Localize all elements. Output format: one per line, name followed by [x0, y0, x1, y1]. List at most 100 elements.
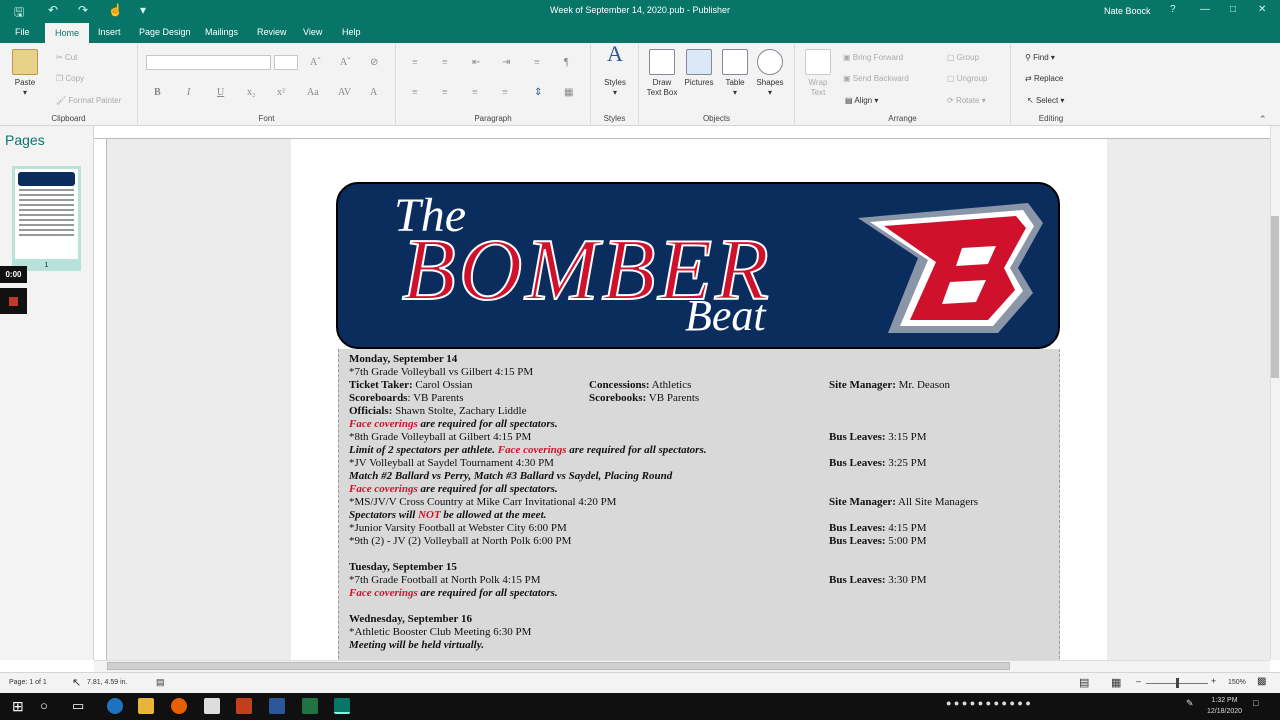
tab-home[interactable]: Home: [45, 23, 90, 43]
two-page-view-icon[interactable]: ▦: [1111, 676, 1121, 689]
firefox-icon[interactable]: [171, 698, 187, 714]
shapes-button[interactable]: Shapes ▾: [755, 49, 785, 98]
maximize-icon[interactable]: □: [1230, 4, 1236, 15]
styles-button[interactable]: A Styles ▾: [597, 43, 633, 98]
tab-mailings[interactable]: Mailings: [205, 27, 238, 37]
bring-forward-button[interactable]: ▣ Bring Forward: [843, 53, 903, 62]
notifications-icon[interactable]: □: [1253, 698, 1258, 708]
grow-font-icon[interactable]: Aˆ: [310, 57, 321, 68]
powerpoint-icon[interactable]: [236, 698, 252, 714]
copy-button[interactable]: ❐ Copy: [56, 74, 84, 83]
minimize-icon[interactable]: —: [1200, 4, 1210, 15]
collapse-ribbon-icon[interactable]: ⌃: [1259, 114, 1267, 125]
task-view-icon[interactable]: ▭: [72, 698, 88, 714]
publisher-icon[interactable]: [334, 698, 350, 714]
font-color-icon[interactable]: A: [370, 87, 377, 98]
tab-help[interactable]: Help: [342, 27, 361, 37]
draw-text-box-button[interactable]: Draw Text Box: [645, 49, 679, 98]
scorebooks: Scorebooks: VB Parents: [589, 392, 699, 404]
newsletter-banner[interactable]: The BOMBER Beat: [336, 182, 1060, 349]
group-button[interactable]: ▢ Group: [947, 53, 979, 62]
horizontal-scroll-thumb[interactable]: [107, 662, 1010, 670]
numbering-icon[interactable]: ≡: [442, 57, 448, 68]
page-indicator[interactable]: Page: 1 of 1: [9, 679, 47, 686]
line-spacing-icon[interactable]: ≡: [534, 57, 540, 68]
page-thumbnail[interactable]: [12, 166, 81, 262]
excel-icon[interactable]: [302, 698, 318, 714]
italic-icon[interactable]: I: [187, 87, 190, 98]
zoom-out-icon[interactable]: –: [1136, 676, 1141, 686]
zoom-level[interactable]: 150%: [1228, 679, 1246, 686]
close-icon[interactable]: ✕: [1258, 4, 1266, 15]
decrease-indent-icon[interactable]: ⇤: [472, 57, 480, 68]
paste-button[interactable]: Paste ▾: [8, 49, 42, 98]
change-case-icon[interactable]: Aa: [307, 87, 319, 98]
increase-indent-icon[interactable]: ⇥: [502, 57, 510, 68]
format-painter-button[interactable]: 🖌 Format Painter: [56, 96, 121, 105]
store-icon[interactable]: [204, 698, 220, 714]
pen-icon[interactable]: ✎: [1186, 698, 1194, 709]
tab-view[interactable]: View: [303, 27, 322, 37]
paragraph-mark-icon[interactable]: ¶: [564, 57, 569, 68]
schedule-textbox[interactable]: Monday, September 14 *7th Grade Volleyba…: [338, 349, 1060, 660]
tab-file[interactable]: File: [15, 27, 30, 37]
table-button[interactable]: Table ▾: [720, 49, 750, 98]
window-title: Week of September 14, 2020.pub - Publish…: [550, 5, 730, 15]
vertical-ruler[interactable]: [94, 139, 107, 660]
shrink-font-icon[interactable]: Aˇ: [340, 57, 351, 68]
tab-review[interactable]: Review: [257, 27, 287, 37]
stop-recording-button[interactable]: [0, 288, 27, 314]
cut-label: Cut: [64, 53, 78, 62]
font-size-combo[interactable]: [274, 55, 298, 70]
cut-button[interactable]: ✂ Cut: [56, 53, 77, 62]
align-button[interactable]: ▤ Align ▾: [845, 96, 878, 105]
help-icon[interactable]: ?: [1170, 4, 1176, 15]
search-icon[interactable]: ○: [40, 698, 56, 714]
tab-page-design[interactable]: Page Design: [139, 27, 191, 37]
superscript-icon[interactable]: x²: [277, 87, 285, 98]
character-spacing-icon[interactable]: AV: [338, 87, 351, 98]
bullets-icon[interactable]: ≡: [412, 57, 418, 68]
site-manager-value: All Site Managers: [895, 496, 979, 508]
clear-formatting-icon[interactable]: ⊘: [370, 57, 378, 68]
start-icon[interactable]: ⊞: [12, 698, 28, 714]
zoom-slider-thumb[interactable]: [1176, 678, 1179, 688]
not-text: NOT: [418, 509, 441, 521]
zoom-in-icon[interactable]: +: [1211, 676, 1216, 686]
file-explorer-icon[interactable]: [138, 698, 154, 714]
pictures-button[interactable]: Pictures: [683, 49, 715, 88]
replace-button[interactable]: ⇄ Replace: [1025, 74, 1063, 83]
fit-page-icon[interactable]: ▩: [1257, 676, 1266, 687]
columns-icon[interactable]: ▦: [564, 87, 573, 98]
font-group-label: Font: [258, 114, 275, 123]
wrap-text-button[interactable]: Wrap Text: [803, 49, 833, 98]
align-center-icon[interactable]: ≡: [442, 87, 448, 98]
align-left-icon[interactable]: ≡: [412, 87, 418, 98]
vertical-scrollbar[interactable]: [1270, 126, 1280, 660]
find-button[interactable]: ⚲ Find ▾: [1025, 53, 1055, 62]
tab-insert[interactable]: Insert: [98, 27, 121, 37]
face-covering-rest: are required for all spectators.: [417, 418, 558, 430]
underline-icon[interactable]: U: [217, 87, 224, 98]
justify-icon[interactable]: ≡: [502, 87, 508, 98]
user-name[interactable]: Nate Boock: [1104, 6, 1151, 16]
rotate-button[interactable]: ⟳ Rotate ▾: [947, 96, 986, 105]
send-backward-button[interactable]: ▣ Send Backward: [843, 74, 909, 83]
vertical-scroll-thumb[interactable]: [1271, 216, 1279, 378]
word-icon[interactable]: [269, 698, 285, 714]
system-clock[interactable]: 1:32 PM 12/18/2020: [1207, 695, 1242, 717]
clipboard-group-label: Clipboard: [51, 114, 86, 123]
tray-icons[interactable]: ● ● ● ● ● ● ● ● ● ● ●: [946, 698, 1031, 708]
select-button[interactable]: ↖ Select ▾: [1027, 96, 1064, 105]
align-right-icon[interactable]: ≡: [472, 87, 478, 98]
bus-leaves: Bus Leaves: 5:00 PM: [829, 535, 927, 547]
subscript-icon[interactable]: x₂: [247, 87, 256, 98]
horizontal-ruler[interactable]: [94, 126, 1270, 139]
edge-icon[interactable]: [107, 698, 123, 714]
font-name-combo[interactable]: [146, 55, 271, 70]
bold-icon[interactable]: B: [154, 87, 161, 98]
paragraph-spacing-icon[interactable]: ⇕: [534, 87, 542, 98]
ungroup-button[interactable]: ▢ Ungroup: [947, 74, 987, 83]
pages-title: Pages: [5, 132, 45, 148]
single-page-view-icon[interactable]: ▤: [1079, 676, 1089, 689]
